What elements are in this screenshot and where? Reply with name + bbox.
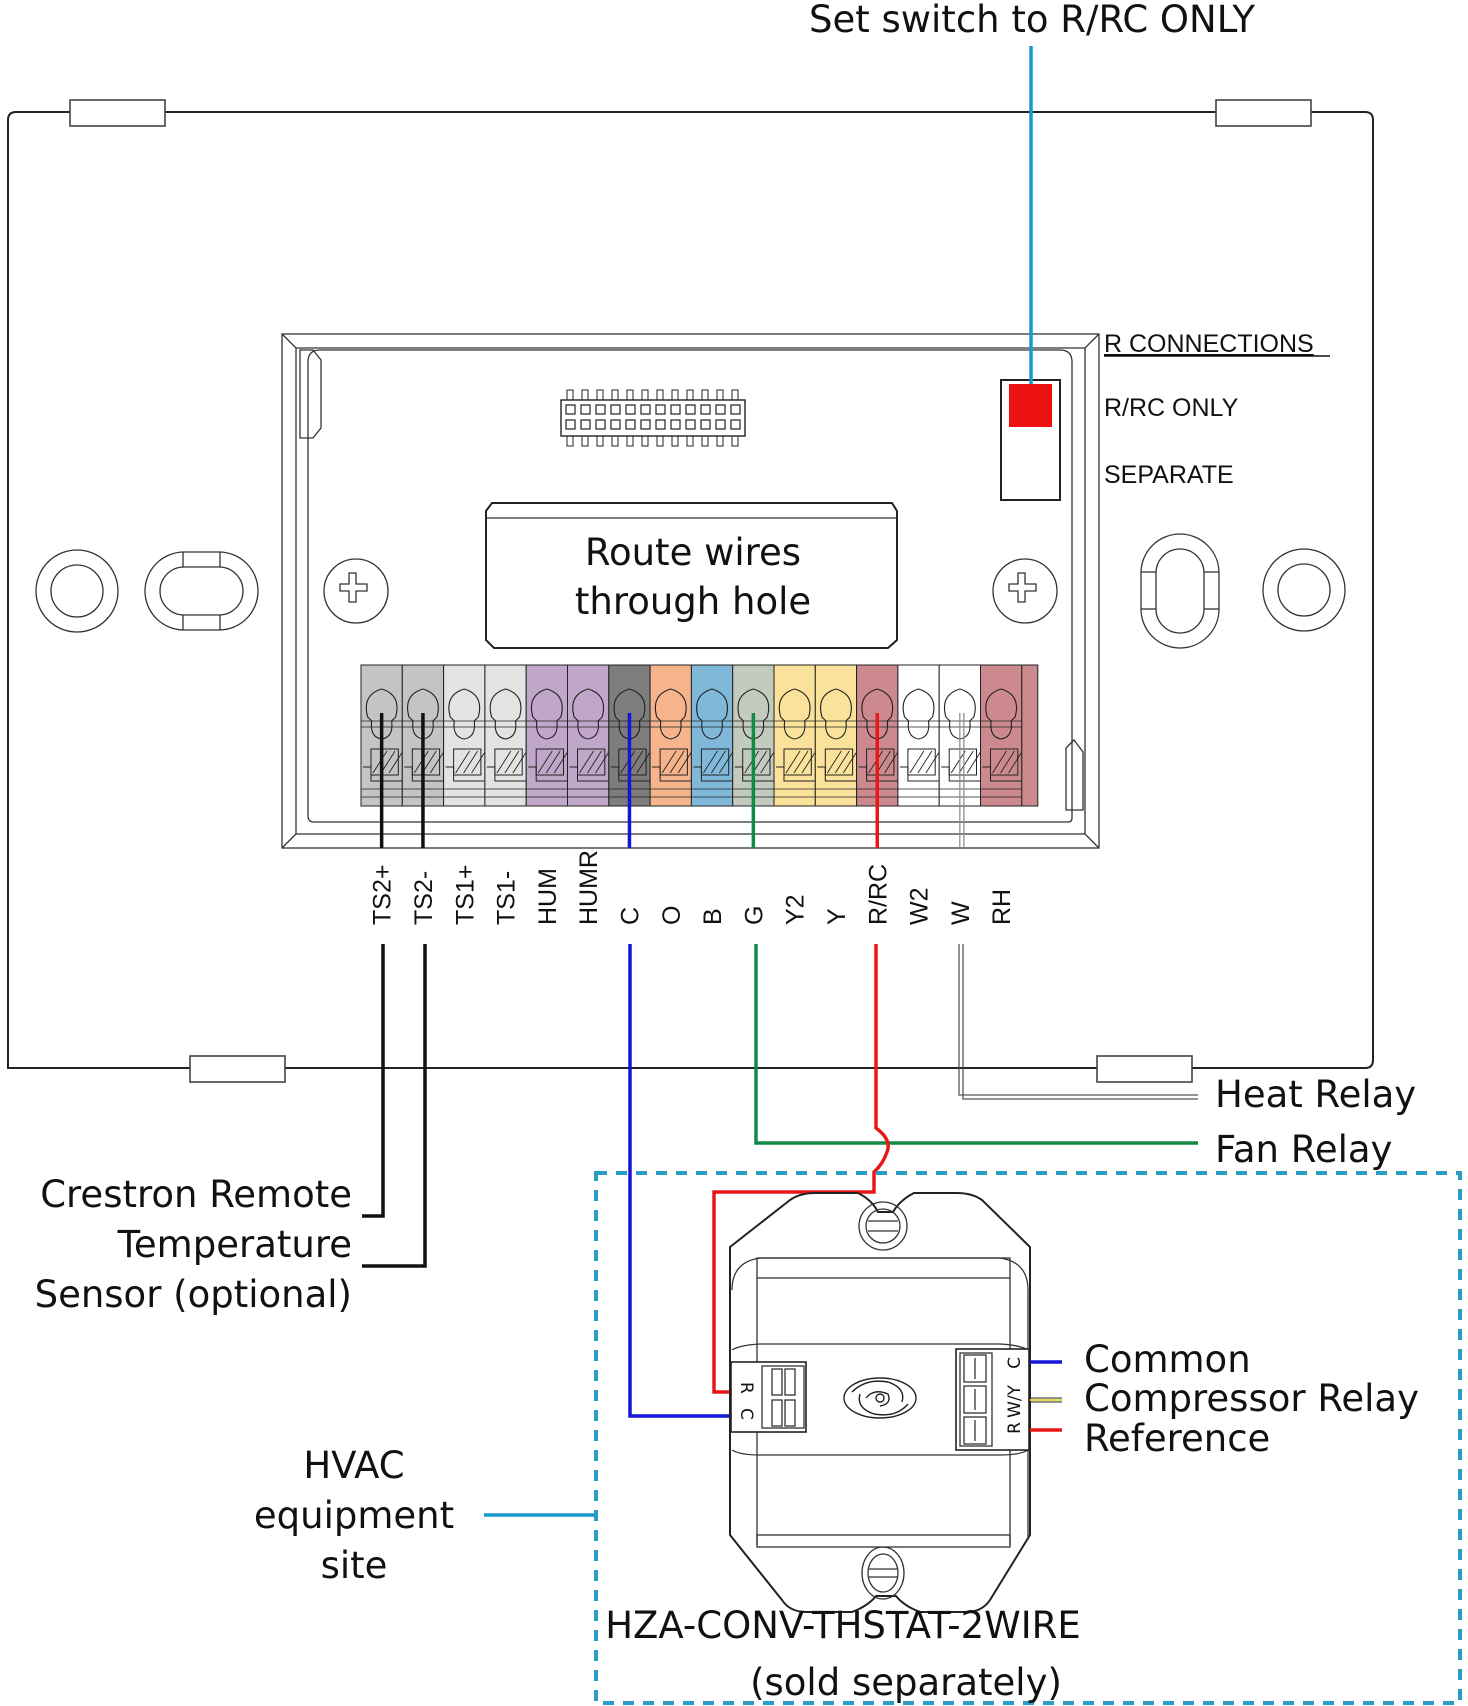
switch-slider-r-rc-only[interactable] [1009,384,1052,427]
label-fan-relay: Fan Relay [1215,1128,1392,1171]
converter-output-terminal: C W/Y R [955,1348,1030,1451]
terminal-label: O [658,906,686,925]
callout-set-switch: Set switch to R/RC ONLY [809,0,1255,41]
wire-c [628,944,731,1418]
output-label-common: Common [1084,1338,1251,1381]
plate-tab-top-left [69,99,166,127]
terminal-label: HUMR [575,850,603,925]
mount-slot-vertical-right [1140,533,1220,649]
wiring-diagram: Route wires through hole TS2+ TS2- TS1+ TS1… [7,0,1462,1705]
converter-output-c: C [1005,1357,1025,1369]
plate-tab-top-right [1215,99,1312,127]
converter-model-name: HZA-CONV-THSTAT-2WIRE [605,1604,1081,1647]
ribbon-connector [560,389,746,447]
terminal-y[interactable] [814,664,858,807]
label-hvac-line-2: equipment [254,1494,454,1537]
terminal-ts1-[interactable] [484,664,528,807]
label-sensor-line-1: Crestron Remote [40,1173,352,1216]
mount-hole-round-left [35,549,119,633]
label-hvac-line-1: HVAC [303,1444,404,1487]
label-sensor-line-2: Temperature [117,1223,352,1266]
mount-hole-round-right [1262,548,1346,632]
terminal-label: R/RC [864,864,892,925]
converter-output-wy: W/Y [1005,1384,1025,1418]
label-hvac-line-3: site [321,1544,388,1587]
terminal-label: TS1- [493,871,521,925]
terminal-o[interactable] [649,664,693,807]
wire-ts2-plus [362,944,385,1218]
terminal-w2[interactable] [897,664,941,807]
terminal-y2[interactable] [773,664,817,807]
plate-tab-bottom-right [1096,1055,1193,1083]
label-heat-relay: Heat Relay [1215,1073,1416,1116]
terminal-ts1-[interactable] [443,664,486,807]
converter-module: R C C W/Y R [729,1192,1062,1613]
terminal-label: Y [823,908,851,925]
crestron-swirl-logo-icon [843,1377,917,1419]
output-label-compressor-relay: Compressor Relay [1084,1377,1419,1420]
hole-label-line-1: Route wires [585,531,801,574]
terminal-label: TS2+ [369,865,397,925]
r-connections-switch[interactable] [1000,379,1061,501]
terminal-label: G [740,906,768,925]
terminal-end-cap [1021,664,1039,807]
terminal-labels: TS2+ TS2- TS1+ TS1- HUM HUMR C O B G Y2 Y R/RC W2 W RH [369,850,1017,925]
terminal-label: Y2 [782,894,810,925]
output-label-reference: Reference [1084,1417,1270,1460]
terminal-label: TS2- [410,871,438,925]
label-sensor-line-3: Sensor (optional) [35,1273,352,1316]
wire-hole: Route wires through hole [485,502,898,649]
converter-input-terminal: R C [730,1361,807,1433]
option-separate[interactable]: SEPARATE [1104,461,1234,489]
terminal-b[interactable] [690,664,734,807]
terminal-label: B [699,908,727,925]
latch-left [299,349,322,439]
terminal-label: C [616,907,644,925]
r-connections-heading: R CONNECTIONS [1104,330,1314,358]
terminal-label: TS1+ [451,865,479,925]
latch-right [1065,739,1084,811]
terminal-label: W [947,901,975,925]
wire-g [754,944,1198,1145]
terminal-humr[interactable] [567,664,610,807]
option-r-rc-only[interactable]: R/RC ONLY [1104,394,1239,422]
screw-left-icon [323,558,389,624]
terminal-label: HUM [534,868,562,925]
wire-r-rc [712,944,890,1394]
converter-input-r: R [736,1382,756,1394]
converter-screw-top-icon [858,1201,908,1251]
converter-input-c: C [736,1408,756,1420]
terminal-label: W2 [906,888,934,926]
converter-sold-separately: (sold separately) [750,1661,1062,1704]
terminal-strip [360,664,1039,848]
hole-label-line-2: through hole [575,580,811,623]
terminal-label: RH [988,889,1016,925]
mount-slot-horizontal-left [144,551,259,631]
screw-right-icon [992,558,1058,624]
plate-tab-bottom-left [189,1055,286,1083]
converter-output-r: R [1005,1422,1025,1434]
terminal-rh[interactable] [980,664,1023,807]
wire-runs [362,944,1198,1418]
terminal-hum[interactable] [525,664,569,807]
converter-screw-bottom-icon [861,1546,905,1600]
